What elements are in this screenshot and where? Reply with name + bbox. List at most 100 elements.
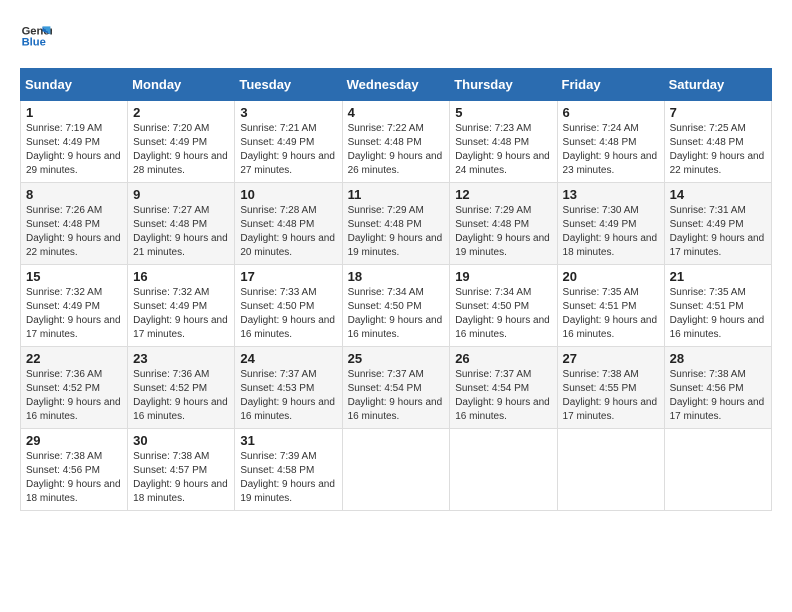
day-info: Sunrise: 7:36 AMSunset: 4:52 PMDaylight:…	[26, 368, 122, 424]
calendar-cell: 26 Sunrise: 7:37 AMSunset: 4:54 PMDayligh…	[450, 347, 557, 429]
calendar-cell: 20 Sunrise: 7:35 AMSunset: 4:51 PMDayligh…	[557, 265, 664, 347]
day-number: 16	[133, 269, 229, 284]
day-number: 4	[348, 105, 445, 120]
day-number: 2	[133, 105, 229, 120]
day-number: 19	[455, 269, 551, 284]
calendar-cell: 10Sunrise: 7:28 AMSunset: 4:48 PMDayligh…	[235, 183, 342, 265]
day-number: 8	[26, 187, 122, 202]
calendar-cell: 16Sunrise: 7:32 AMSunset: 4:49 PMDayligh…	[128, 265, 235, 347]
calendar-cell: 21 Sunrise: 7:35 AMSunset: 4:51 PMDayligh…	[664, 265, 771, 347]
day-info: Sunrise: 7:26 AMSunset: 4:48 PMDaylight:…	[26, 204, 122, 260]
day-number: 6	[563, 105, 659, 120]
calendar-table: SundayMondayTuesdayWednesdayThursdayFrid…	[20, 68, 772, 511]
calendar-cell: 4 Sunrise: 7:22 AMSunset: 4:48 PMDaylight…	[342, 101, 450, 183]
calendar-cell	[664, 429, 771, 511]
day-info: Sunrise: 7:29 AMSunset: 4:48 PMDaylight:…	[348, 204, 445, 260]
page-header: General Blue	[20, 20, 772, 52]
weekday-header-wednesday: Wednesday	[342, 69, 450, 101]
week-row-5: 29 Sunrise: 7:38 AMSunset: 4:56 PMDayligh…	[21, 429, 772, 511]
calendar-cell: 28 Sunrise: 7:38 AMSunset: 4:56 PMDayligh…	[664, 347, 771, 429]
calendar-cell: 18 Sunrise: 7:34 AMSunset: 4:50 PMDayligh…	[342, 265, 450, 347]
week-row-1: 1 Sunrise: 7:19 AMSunset: 4:49 PMDaylight…	[21, 101, 772, 183]
day-number: 17	[240, 269, 336, 284]
calendar-cell: 30 Sunrise: 7:38 AMSunset: 4:57 PMDayligh…	[128, 429, 235, 511]
weekday-header-saturday: Saturday	[664, 69, 771, 101]
day-number: 29	[26, 433, 122, 448]
day-number: 18	[348, 269, 445, 284]
day-number: 25	[348, 351, 445, 366]
day-info: Sunrise: 7:33 AMSunset: 4:50 PMDaylight:…	[240, 286, 336, 342]
day-info: Sunrise: 7:37 AMSunset: 4:53 PMDaylight:…	[240, 368, 336, 424]
day-info: Sunrise: 7:37 AMSunset: 4:54 PMDaylight:…	[455, 368, 551, 424]
day-info: Sunrise: 7:21 AMSunset: 4:49 PMDaylight:…	[240, 122, 336, 178]
day-number: 15	[26, 269, 122, 284]
day-info: Sunrise: 7:36 AMSunset: 4:52 PMDaylight:…	[133, 368, 229, 424]
calendar-cell	[450, 429, 557, 511]
day-number: 1	[26, 105, 122, 120]
calendar-cell: 17 Sunrise: 7:33 AMSunset: 4:50 PMDayligh…	[235, 265, 342, 347]
day-number: 20	[563, 269, 659, 284]
day-number: 9	[133, 187, 229, 202]
day-number: 12	[455, 187, 551, 202]
day-info: Sunrise: 7:35 AMSunset: 4:51 PMDaylight:…	[563, 286, 659, 342]
day-info: Sunrise: 7:34 AMSunset: 4:50 PMDaylight:…	[455, 286, 551, 342]
day-info: Sunrise: 7:37 AMSunset: 4:54 PMDaylight:…	[348, 368, 445, 424]
calendar-cell: 23 Sunrise: 7:36 AMSunset: 4:52 PMDayligh…	[128, 347, 235, 429]
day-info: Sunrise: 7:34 AMSunset: 4:50 PMDaylight:…	[348, 286, 445, 342]
logo-icon: General Blue	[20, 20, 52, 52]
day-info: Sunrise: 7:38 AMSunset: 4:57 PMDaylight:…	[133, 450, 229, 506]
day-info: Sunrise: 7:19 AMSunset: 4:49 PMDaylight:…	[26, 122, 122, 178]
day-info: Sunrise: 7:25 AMSunset: 4:48 PMDaylight:…	[670, 122, 766, 178]
calendar-cell: 7 Sunrise: 7:25 AMSunset: 4:48 PMDaylight…	[664, 101, 771, 183]
calendar-cell: 22 Sunrise: 7:36 AMSunset: 4:52 PMDayligh…	[21, 347, 128, 429]
day-info: Sunrise: 7:30 AMSunset: 4:49 PMDaylight:…	[563, 204, 659, 260]
day-number: 7	[670, 105, 766, 120]
calendar-cell: 29 Sunrise: 7:38 AMSunset: 4:56 PMDayligh…	[21, 429, 128, 511]
day-number: 10	[240, 187, 336, 202]
day-info: Sunrise: 7:23 AMSunset: 4:48 PMDaylight:…	[455, 122, 551, 178]
day-number: 21	[670, 269, 766, 284]
calendar-cell: 12 Sunrise: 7:29 AMSunset: 4:48 PMDayligh…	[450, 183, 557, 265]
day-number: 5	[455, 105, 551, 120]
calendar-cell: 15 Sunrise: 7:32 AMSunset: 4:49 PMDayligh…	[21, 265, 128, 347]
day-number: 23	[133, 351, 229, 366]
day-info: Sunrise: 7:29 AMSunset: 4:48 PMDaylight:…	[455, 204, 551, 260]
logo: General Blue	[20, 20, 56, 52]
day-info: Sunrise: 7:22 AMSunset: 4:48 PMDaylight:…	[348, 122, 445, 178]
week-row-4: 22 Sunrise: 7:36 AMSunset: 4:52 PMDayligh…	[21, 347, 772, 429]
calendar-cell: 8 Sunrise: 7:26 AMSunset: 4:48 PMDaylight…	[21, 183, 128, 265]
calendar-cell: 6 Sunrise: 7:24 AMSunset: 4:48 PMDaylight…	[557, 101, 664, 183]
day-info: Sunrise: 7:32 AMSunset: 4:49 PMDaylight:…	[26, 286, 122, 342]
weekday-header-row: SundayMondayTuesdayWednesdayThursdayFrid…	[21, 69, 772, 101]
calendar-cell: 31Sunrise: 7:39 AMSunset: 4:58 PMDayligh…	[235, 429, 342, 511]
calendar-cell: 14Sunrise: 7:31 AMSunset: 4:49 PMDayligh…	[664, 183, 771, 265]
calendar-cell: 24Sunrise: 7:37 AMSunset: 4:53 PMDayligh…	[235, 347, 342, 429]
day-number: 13	[563, 187, 659, 202]
calendar-cell: 2 Sunrise: 7:20 AMSunset: 4:49 PMDaylight…	[128, 101, 235, 183]
day-number: 26	[455, 351, 551, 366]
calendar-cell: 1 Sunrise: 7:19 AMSunset: 4:49 PMDaylight…	[21, 101, 128, 183]
day-number: 22	[26, 351, 122, 366]
calendar-cell: 9Sunrise: 7:27 AMSunset: 4:48 PMDaylight…	[128, 183, 235, 265]
calendar-cell: 13 Sunrise: 7:30 AMSunset: 4:49 PMDayligh…	[557, 183, 664, 265]
day-info: Sunrise: 7:24 AMSunset: 4:48 PMDaylight:…	[563, 122, 659, 178]
day-number: 31	[240, 433, 336, 448]
day-number: 11	[348, 187, 445, 202]
week-row-2: 8 Sunrise: 7:26 AMSunset: 4:48 PMDaylight…	[21, 183, 772, 265]
day-number: 14	[670, 187, 766, 202]
calendar-cell	[557, 429, 664, 511]
weekday-header-tuesday: Tuesday	[235, 69, 342, 101]
day-info: Sunrise: 7:35 AMSunset: 4:51 PMDaylight:…	[670, 286, 766, 342]
day-info: Sunrise: 7:20 AMSunset: 4:49 PMDaylight:…	[133, 122, 229, 178]
day-info: Sunrise: 7:38 AMSunset: 4:55 PMDaylight:…	[563, 368, 659, 424]
calendar-cell: 25 Sunrise: 7:37 AMSunset: 4:54 PMDayligh…	[342, 347, 450, 429]
svg-text:Blue: Blue	[22, 37, 46, 49]
calendar-cell: 19 Sunrise: 7:34 AMSunset: 4:50 PMDayligh…	[450, 265, 557, 347]
day-info: Sunrise: 7:38 AMSunset: 4:56 PMDaylight:…	[670, 368, 766, 424]
day-number: 30	[133, 433, 229, 448]
calendar-cell: 3Sunrise: 7:21 AMSunset: 4:49 PMDaylight…	[235, 101, 342, 183]
day-info: Sunrise: 7:38 AMSunset: 4:56 PMDaylight:…	[26, 450, 122, 506]
calendar-cell: 5 Sunrise: 7:23 AMSunset: 4:48 PMDaylight…	[450, 101, 557, 183]
day-number: 28	[670, 351, 766, 366]
weekday-header-sunday: Sunday	[21, 69, 128, 101]
